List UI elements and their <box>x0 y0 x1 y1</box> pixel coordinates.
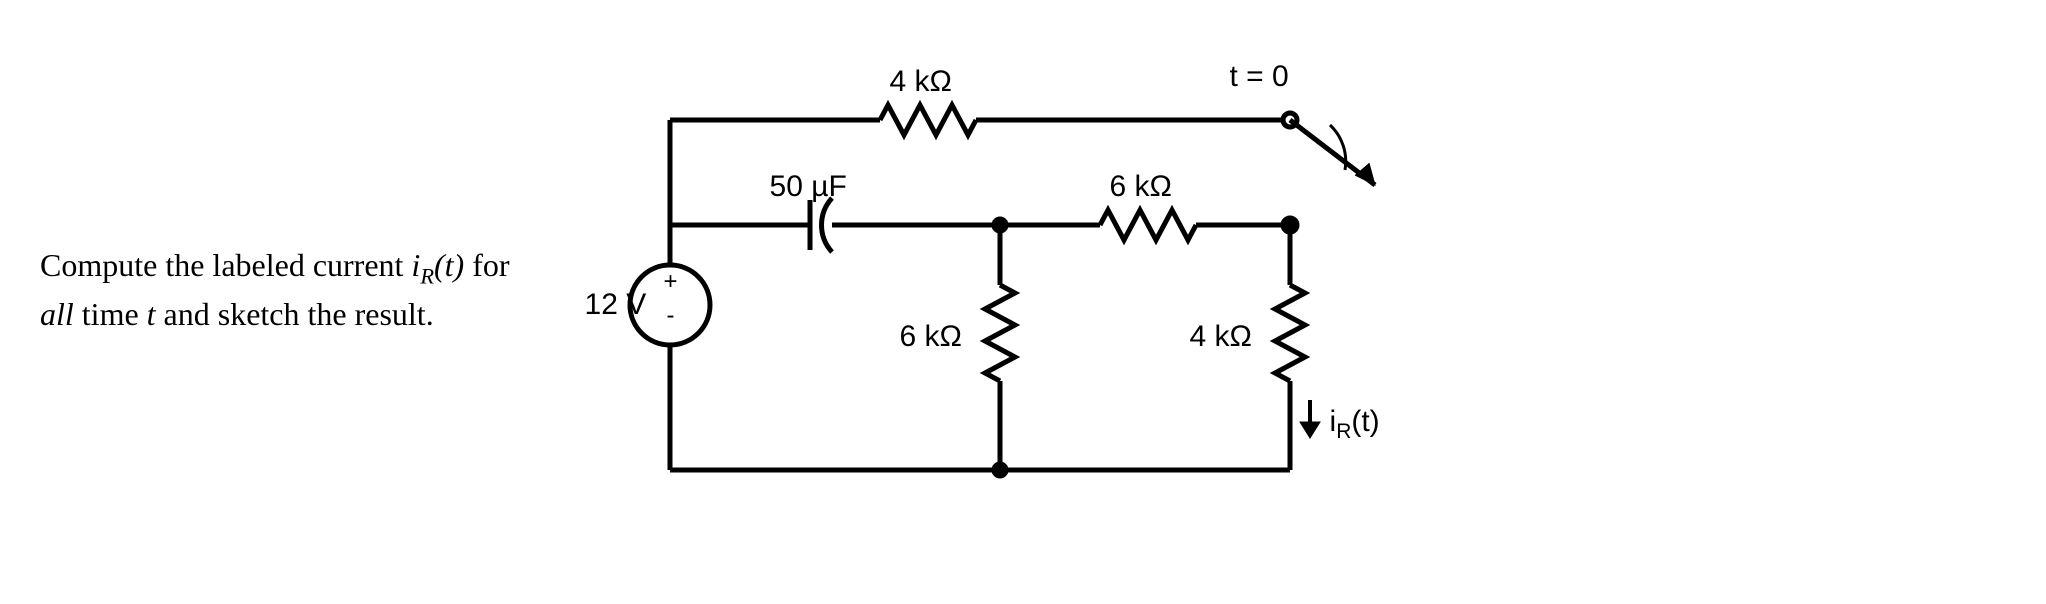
current-arg-circuit: (t) <box>1351 405 1379 438</box>
text-mid: for <box>464 247 509 283</box>
r-6k-upper-label: 6 kΩ <box>1110 170 1172 204</box>
source-plus-label: + <box>664 268 678 296</box>
r-4k-lower-label: 4 kΩ <box>1190 320 1252 354</box>
r-top-label: 4 kΩ <box>890 65 952 99</box>
current-sub-circuit: R <box>1336 420 1351 443</box>
resistor-4k-top <box>880 105 976 135</box>
text-suffix: time <box>74 296 147 332</box>
resistor-4k-lower <box>1275 285 1305 381</box>
problem-statement: Compute the labeled current iR(t) for al… <box>40 243 510 337</box>
switch-time-label: t = 0 <box>1230 60 1289 94</box>
current-sub: R <box>420 264 434 289</box>
current-arrow-head-icon <box>1300 422 1320 438</box>
current-arg: (t) <box>434 247 464 283</box>
circuit-diagram: 12 V + - 4 kΩ t = 0 50 µF 6 kΩ 6 kΩ 4 kΩ… <box>570 40 1470 540</box>
text-end: and sketch the result. <box>156 296 434 332</box>
capacitor-plate-right <box>821 198 831 252</box>
source-minus-label: - <box>667 302 675 330</box>
source-value-label: 12 V <box>585 288 647 322</box>
time-var: t <box>147 296 156 332</box>
r-6k-lower-label: 6 kΩ <box>900 320 962 354</box>
all-italic: all <box>40 296 74 332</box>
circuit-svg <box>570 40 1470 540</box>
text-prefix: Compute the labeled current <box>40 247 411 283</box>
current-var: i <box>411 247 420 283</box>
capacitor-label: 50 µF <box>770 170 847 204</box>
resistor-6k-upper <box>1100 210 1196 240</box>
resistor-6k-lower <box>985 285 1015 381</box>
switch-arrow-icon <box>1355 163 1375 185</box>
